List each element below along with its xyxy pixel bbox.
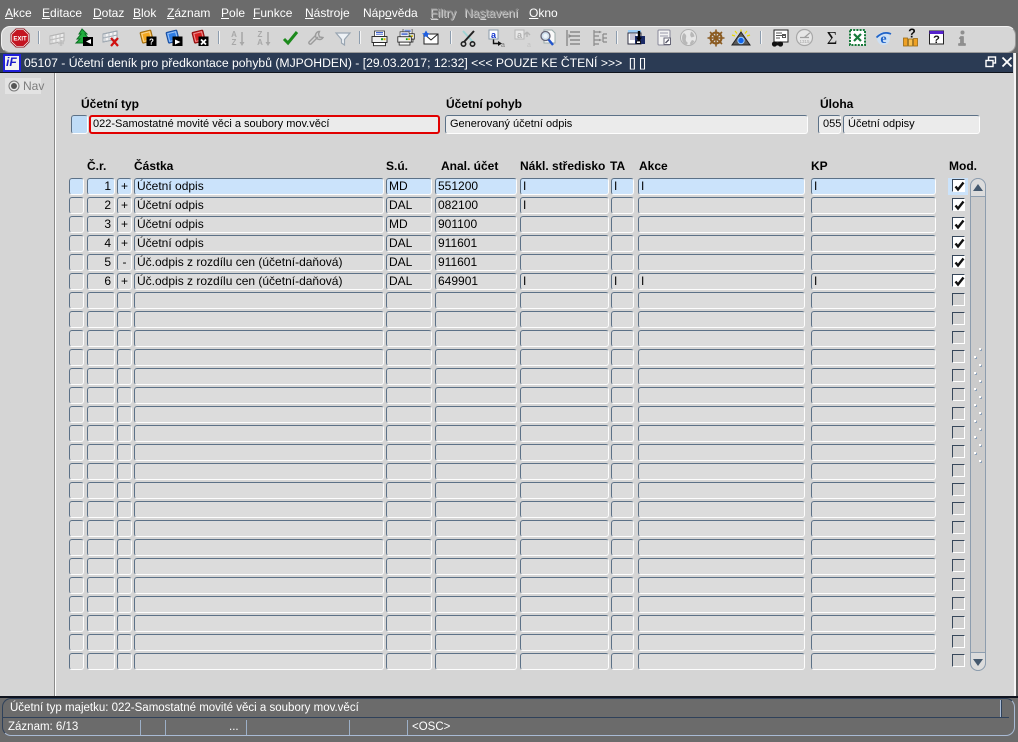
svg-text:A: A — [257, 38, 263, 47]
svg-text:EXIT: EXIT — [13, 37, 27, 43]
svg-text:?: ? — [149, 38, 154, 47]
svg-text:a: a — [501, 42, 505, 48]
svg-text:a: a — [527, 42, 531, 48]
svg-text:Σ: Σ — [827, 28, 837, 48]
svg-text:Z: Z — [232, 38, 237, 47]
svg-text:?: ? — [933, 34, 940, 46]
svg-text:?: ? — [908, 27, 916, 41]
svg-text:1315: 1315 — [799, 39, 810, 44]
